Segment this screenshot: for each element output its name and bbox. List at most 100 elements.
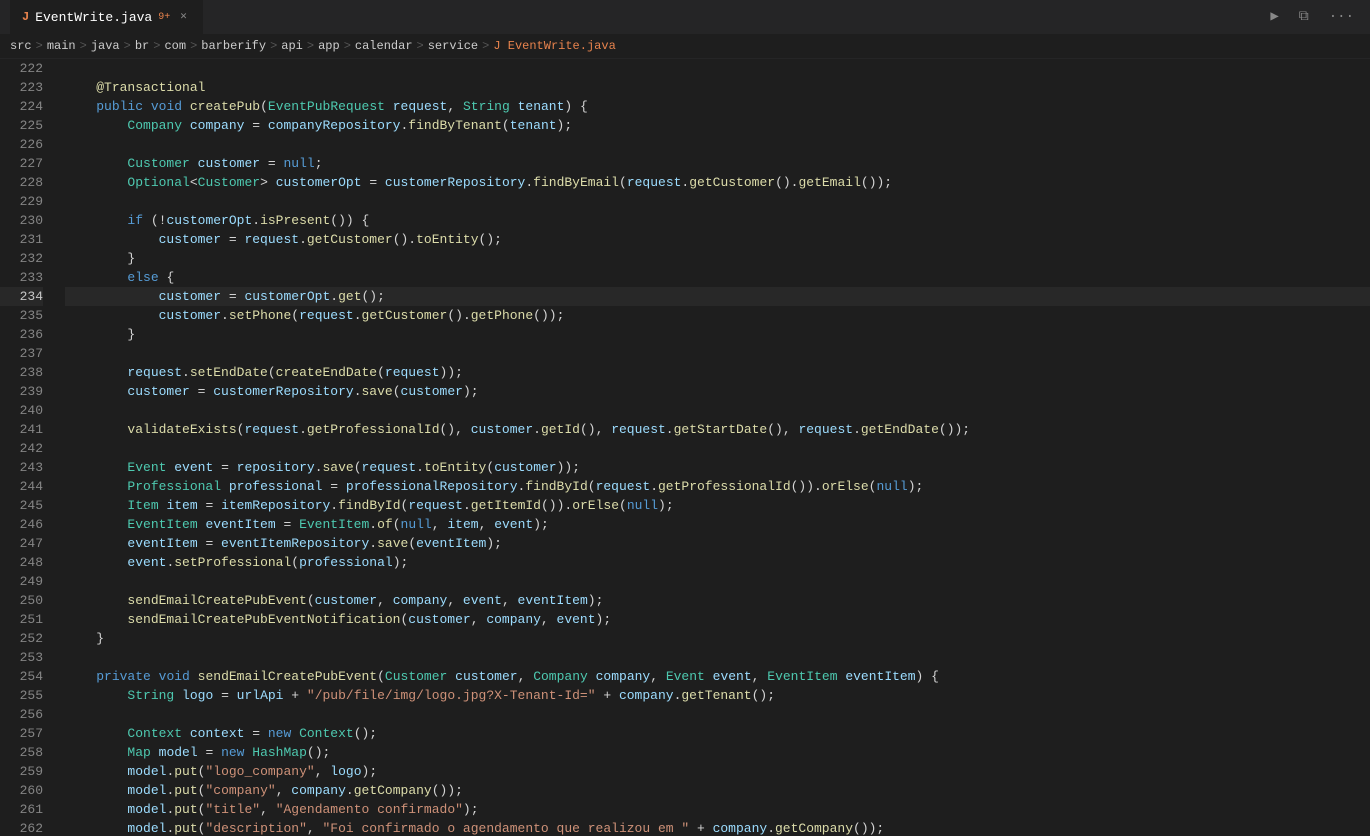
breadcrumb-java[interactable]: java <box>91 37 120 56</box>
breadcrumb: src > main > java > br > com > barberify… <box>0 35 1370 59</box>
code-line-257: Context context = new Context(); <box>65 724 1370 743</box>
breadcrumb-com[interactable]: com <box>164 37 186 56</box>
code-line-253 <box>65 648 1370 667</box>
ln-239: 239 <box>0 382 43 401</box>
ln-241: 241 <box>0 420 43 439</box>
tab-modified-count: 9+ <box>158 8 170 27</box>
ln-232: 232 <box>0 249 43 268</box>
editor-container: 222 223 224 225 226 227 228 229 230 231 … <box>0 59 1370 836</box>
ln-252: 252 <box>0 629 43 648</box>
ln-244: 244 <box>0 477 43 496</box>
ln-223: 223 <box>0 78 43 97</box>
code-line-240 <box>65 401 1370 420</box>
code-line-222 <box>65 59 1370 78</box>
ln-255: 255 <box>0 686 43 705</box>
code-line-231: customer = request.getCustomer().toEntit… <box>65 230 1370 249</box>
ln-259: 259 <box>0 762 43 781</box>
breadcrumb-file[interactable]: J EventWrite.java <box>493 37 615 56</box>
run-button[interactable]: ▶ <box>1264 4 1284 31</box>
code-line-250: sendEmailCreatePubEvent(customer, compan… <box>65 591 1370 610</box>
code-line-226 <box>65 135 1370 154</box>
ln-251: 251 <box>0 610 43 629</box>
tab-label: EventWrite.java <box>35 8 152 27</box>
code-line-252: } <box>65 629 1370 648</box>
ln-242: 242 <box>0 439 43 458</box>
code-line-233: else { <box>65 268 1370 287</box>
code-line-236: } <box>65 325 1370 344</box>
code-line-230: if (!customerOpt.isPresent()) { <box>65 211 1370 230</box>
ln-227: 227 <box>0 154 43 173</box>
code-line-245: Item item = itemRepository.findById(requ… <box>65 496 1370 515</box>
tab-bar: J EventWrite.java 9+ ✕ <box>10 0 203 35</box>
code-line-244: Professional professional = professional… <box>65 477 1370 496</box>
ln-257: 257 <box>0 724 43 743</box>
code-line-243: Event event = repository.save(request.to… <box>65 458 1370 477</box>
more-actions-button[interactable]: ··· <box>1323 4 1360 31</box>
title-bar-actions: ▶ ⧉ ··· <box>1264 4 1360 31</box>
code-line-261: model.put("title", "Agendamento confirma… <box>65 800 1370 819</box>
code-line-259: model.put("logo_company", logo); <box>65 762 1370 781</box>
ln-253: 253 <box>0 648 43 667</box>
code-line-227: Customer customer = null; <box>65 154 1370 173</box>
code-line-223: @Transactional <box>65 78 1370 97</box>
ln-240: 240 <box>0 401 43 420</box>
code-line-251: sendEmailCreatePubEventNotification(cust… <box>65 610 1370 629</box>
code-line-235: customer.setPhone(request.getCustomer().… <box>65 306 1370 325</box>
breadcrumb-api[interactable]: api <box>281 37 303 56</box>
breadcrumb-sep-1: > <box>36 37 43 56</box>
code-line-249 <box>65 572 1370 591</box>
ln-237: 237 <box>0 344 43 363</box>
code-area[interactable]: @Transactional public void createPub(Eve… <box>55 59 1370 836</box>
code-line-247: eventItem = eventItemRepository.save(eve… <box>65 534 1370 553</box>
ln-250: 250 <box>0 591 43 610</box>
code-line-228: Optional<Customer> customerOpt = custome… <box>65 173 1370 192</box>
ln-246: 246 <box>0 515 43 534</box>
code-line-225: Company company = companyRepository.find… <box>65 116 1370 135</box>
breadcrumb-barberify[interactable]: barberify <box>201 37 266 56</box>
breadcrumb-calendar[interactable]: calendar <box>355 37 413 56</box>
ln-256: 256 <box>0 705 43 724</box>
ln-248: 248 <box>0 553 43 572</box>
breadcrumb-br[interactable]: br <box>135 37 149 56</box>
code-line-258: Map model = new HashMap(); <box>65 743 1370 762</box>
ln-229: 229 <box>0 192 43 211</box>
code-line-246: EventItem eventItem = EventItem.of(null,… <box>65 515 1370 534</box>
code-line-260: model.put("company", company.getCompany(… <box>65 781 1370 800</box>
ln-260: 260 <box>0 781 43 800</box>
ln-233: 233 <box>0 268 43 287</box>
ln-261: 261 <box>0 800 43 819</box>
breadcrumb-src[interactable]: src <box>10 37 32 56</box>
java-icon: J <box>22 8 29 27</box>
code-line-255: String logo = urlApi + "/pub/file/img/lo… <box>65 686 1370 705</box>
ln-254: 254 <box>0 667 43 686</box>
ln-225: 225 <box>0 116 43 135</box>
ln-234: 234 <box>0 287 43 306</box>
ln-258: 258 <box>0 743 43 762</box>
ln-247: 247 <box>0 534 43 553</box>
split-editor-button[interactable]: ⧉ <box>1293 4 1315 31</box>
ln-249: 249 <box>0 572 43 591</box>
code-line-229 <box>65 192 1370 211</box>
file-tab-eventwrite[interactable]: J EventWrite.java 9+ ✕ <box>10 0 203 35</box>
code-line-242 <box>65 439 1370 458</box>
line-numbers: 222 223 224 225 226 227 228 229 230 231 … <box>0 59 55 836</box>
code-line-248: event.setProfessional(professional); <box>65 553 1370 572</box>
code-line-239: customer = customerRepository.save(custo… <box>65 382 1370 401</box>
ln-224: 224 <box>0 97 43 116</box>
ln-222: 222 <box>0 59 43 78</box>
ln-230: 230 <box>0 211 43 230</box>
tab-close-button[interactable]: ✕ <box>176 6 191 29</box>
code-line-224: public void createPub(EventPubRequest re… <box>65 97 1370 116</box>
code-line-256 <box>65 705 1370 724</box>
ln-228: 228 <box>0 173 43 192</box>
title-bar: J EventWrite.java 9+ ✕ ▶ ⧉ ··· <box>0 0 1370 35</box>
ln-226: 226 <box>0 135 43 154</box>
code-line-238: request.setEndDate(createEndDate(request… <box>65 363 1370 382</box>
breadcrumb-app[interactable]: app <box>318 37 340 56</box>
ln-238: 238 <box>0 363 43 382</box>
breadcrumb-main[interactable]: main <box>47 37 76 56</box>
ln-262: 262 <box>0 819 43 836</box>
ln-236: 236 <box>0 325 43 344</box>
breadcrumb-service[interactable]: service <box>428 37 478 56</box>
code-line-254: private void sendEmailCreatePubEvent(Cus… <box>65 667 1370 686</box>
